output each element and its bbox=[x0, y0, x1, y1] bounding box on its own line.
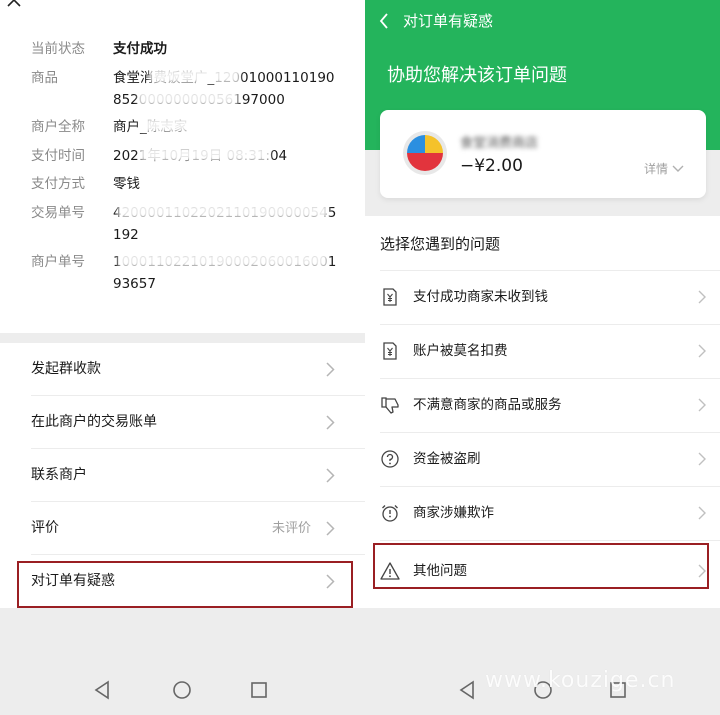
info-label: 商户全称 bbox=[31, 119, 85, 135]
problem-label: 资金被盗刷 bbox=[413, 451, 481, 467]
info-label: 交易单号 bbox=[31, 205, 85, 221]
thumb-down-icon bbox=[381, 397, 399, 414]
menu-label: 评价 bbox=[31, 520, 59, 536]
info-label: 当前状态 bbox=[31, 41, 85, 57]
problem-item-unsatisfied[interactable]: 不满意商家的商品或服务 bbox=[365, 379, 720, 432]
redaction-blur bbox=[140, 118, 194, 132]
chevron-right-icon bbox=[698, 506, 706, 520]
order-summary-card: 食堂消费商店 −¥2.00 详情 bbox=[380, 110, 706, 198]
menu-label: 联系商户 bbox=[31, 467, 87, 483]
section-gap bbox=[0, 333, 365, 343]
merchant-logo-icon bbox=[403, 131, 447, 175]
section-title: 选择您遇到的问题 bbox=[380, 235, 501, 253]
nav-recents-icon[interactable] bbox=[251, 682, 267, 698]
menu-item-contact-merchant[interactable]: 联系商户 bbox=[0, 449, 365, 502]
highlight-annotation-box bbox=[17, 561, 353, 608]
chevron-right-icon bbox=[326, 521, 335, 536]
merchant-name: 食堂消费商店 bbox=[460, 136, 539, 151]
problem-item-merchant-not-received[interactable]: 支付成功商家未收到钱 bbox=[365, 271, 720, 324]
menu-item-group-collect[interactable]: 发起群收款 bbox=[0, 343, 365, 396]
header-headline: 协助您解决该订单问题 bbox=[387, 65, 567, 86]
info-label: 商品 bbox=[31, 70, 58, 86]
yen-doc-icon bbox=[383, 288, 397, 306]
menu-label: 发起群收款 bbox=[31, 361, 101, 377]
info-value: 零钱 bbox=[113, 176, 140, 192]
menu-label: 在此商户的交易账单 bbox=[31, 414, 157, 430]
info-label: 商户单号 bbox=[31, 254, 85, 270]
menu-item-merchant-bills[interactable]: 在此商户的交易账单 bbox=[0, 396, 365, 449]
problem-label: 商家涉嫌欺诈 bbox=[413, 505, 494, 521]
problem-item-stolen-funds[interactable]: 资金被盗刷 bbox=[365, 433, 720, 486]
menu-item-review[interactable]: 评价 未评价 bbox=[0, 502, 365, 555]
highlight-annotation-box bbox=[373, 543, 709, 589]
chevron-right-icon bbox=[326, 468, 335, 483]
redaction-blur bbox=[140, 147, 270, 161]
watermark-text: www.kouzige.cn bbox=[485, 668, 676, 693]
chevron-right-icon bbox=[326, 362, 335, 377]
chevron-right-icon bbox=[698, 452, 706, 466]
info-value: 支付成功 bbox=[113, 41, 167, 57]
yen-doc-icon bbox=[383, 342, 397, 360]
chevron-right-icon bbox=[698, 344, 706, 358]
info-label: 支付时间 bbox=[31, 148, 85, 164]
redaction-blur bbox=[118, 204, 328, 218]
divider bbox=[380, 540, 720, 541]
chevron-right-icon bbox=[326, 415, 335, 430]
left-order-detail-panel: 当前状态 支付成功 商品 食堂消费饭堂广_1200100011019085200… bbox=[0, 0, 365, 715]
question-circle-icon bbox=[381, 450, 399, 468]
nav-home-icon[interactable] bbox=[173, 681, 191, 699]
chevron-down-icon[interactable] bbox=[672, 165, 684, 173]
back-arrow-icon[interactable] bbox=[379, 13, 389, 29]
chevron-right-icon bbox=[698, 290, 706, 304]
order-amount: −¥2.00 bbox=[460, 156, 523, 176]
redaction-blur bbox=[138, 91, 238, 105]
problem-label: 支付成功商家未收到钱 bbox=[413, 289, 548, 305]
right-order-doubt-panel: 对订单有疑惑 协助您解决该订单问题 食堂消费商店 −¥2.00 详情 选择您遇到… bbox=[365, 0, 720, 715]
problem-label: 不满意商家的商品或服务 bbox=[413, 397, 562, 413]
problem-label: 账户被莫名扣费 bbox=[413, 343, 508, 359]
info-label: 支付方式 bbox=[31, 176, 85, 192]
detail-toggle[interactable]: 详情 bbox=[644, 160, 668, 177]
close-icon[interactable] bbox=[6, 0, 22, 8]
nav-back-icon[interactable] bbox=[94, 680, 109, 700]
problem-item-unknown-charge[interactable]: 账户被莫名扣费 bbox=[365, 325, 720, 378]
problem-item-merchant-fraud[interactable]: 商家涉嫌欺诈 bbox=[365, 487, 720, 540]
redaction-blur bbox=[150, 69, 240, 83]
android-nav-bar bbox=[94, 680, 267, 700]
redaction-blur bbox=[118, 253, 328, 267]
page-title: 对订单有疑惑 bbox=[403, 12, 494, 30]
review-status-text: 未评价 bbox=[271, 521, 311, 536]
chevron-right-icon bbox=[698, 398, 706, 412]
nav-back-icon[interactable] bbox=[459, 680, 474, 700]
alarm-clock-icon bbox=[382, 505, 398, 522]
